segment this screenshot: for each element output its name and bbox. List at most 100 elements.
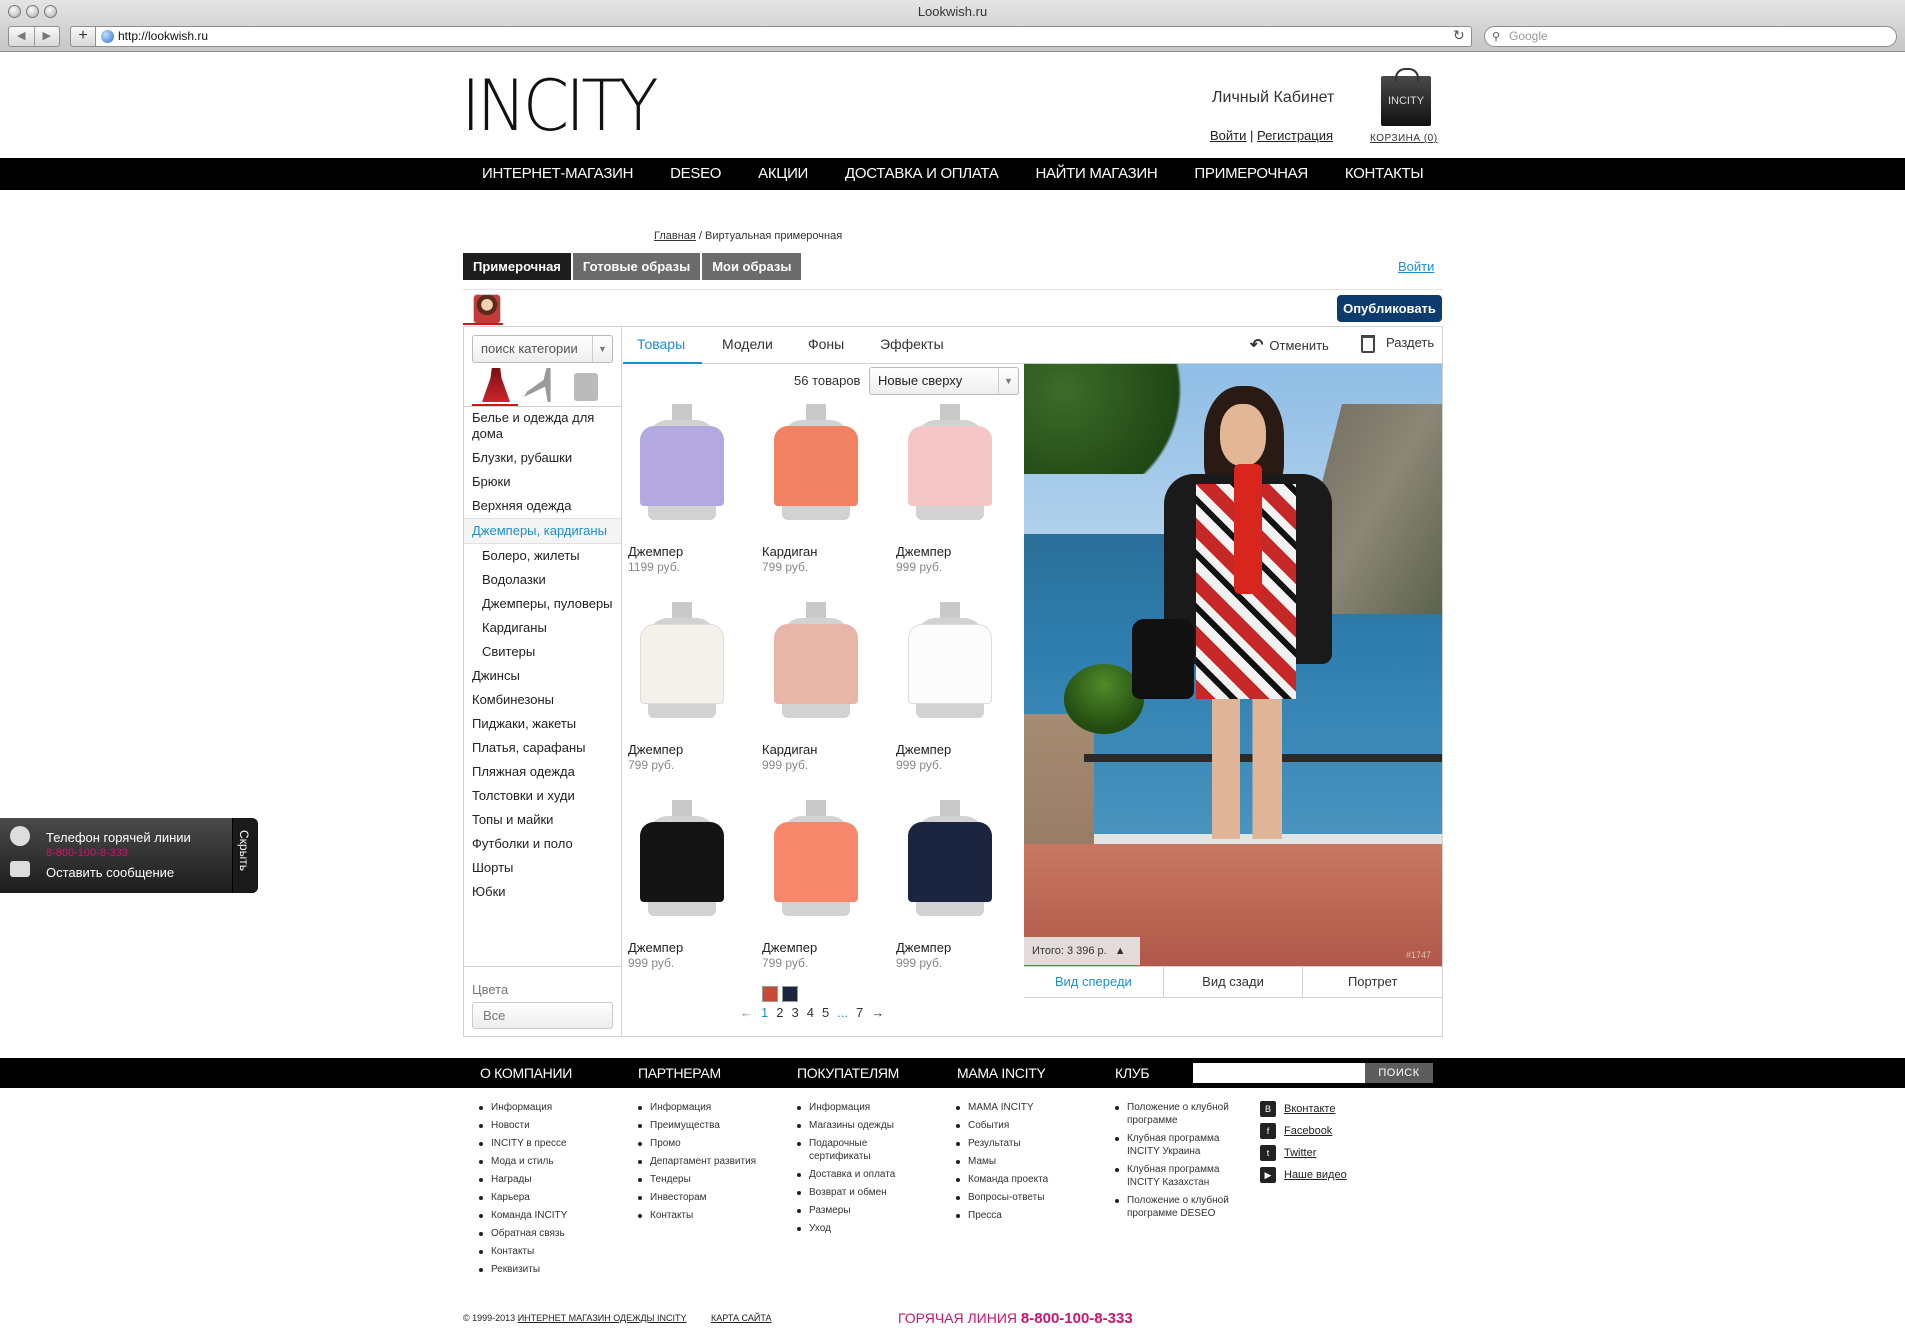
product-name[interactable]: Кардиган bbox=[762, 742, 817, 757]
footer-link[interactable]: Вопросы-ответы bbox=[954, 1191, 1094, 1204]
nav-deseo[interactable]: DESEO bbox=[670, 158, 721, 190]
publish-button[interactable]: Опубликовать bbox=[1337, 295, 1442, 322]
category-item[interactable]: Верхняя одежда bbox=[464, 494, 621, 518]
footer-search-input[interactable] bbox=[1193, 1063, 1365, 1083]
footer-link[interactable]: Мода и стиль bbox=[477, 1155, 617, 1168]
tab-ready-looks[interactable]: Готовые образы bbox=[572, 253, 701, 280]
nav-delivery[interactable]: ДОСТАВКА И ОПЛАТА bbox=[845, 158, 999, 190]
page-link[interactable]: 3 bbox=[791, 1005, 798, 1020]
browser-search-field[interactable]: Google bbox=[1484, 26, 1897, 47]
product-image[interactable] bbox=[640, 602, 724, 732]
trash-icon[interactable] bbox=[1361, 335, 1375, 353]
product-card[interactable]: Кардиган 999 руб. bbox=[760, 602, 870, 792]
footer-nav-mama[interactable]: МАМА INCITY bbox=[957, 1058, 1046, 1088]
nav-contacts[interactable]: КОНТАКТЫ bbox=[1345, 158, 1424, 190]
footer-link[interactable]: Информация bbox=[477, 1101, 617, 1114]
category-item[interactable]: Шорты bbox=[464, 856, 621, 880]
view-portrait-button[interactable]: Портрет bbox=[1302, 967, 1442, 997]
category-item[interactable]: Топы и майки bbox=[464, 808, 621, 832]
footer-link[interactable]: Обратная связь bbox=[477, 1227, 617, 1240]
product-name[interactable]: Джемпер bbox=[896, 544, 951, 559]
outfit-total[interactable]: Итого: 3 396 р. ▲ bbox=[1024, 937, 1140, 965]
footer-link[interactable]: Тендеры bbox=[636, 1173, 786, 1186]
subcategory-item[interactable]: Кардиганы bbox=[464, 616, 621, 640]
category-item[interactable]: Комбинезоны bbox=[464, 688, 621, 712]
cart-link[interactable]: КОРЗИНА (0) bbox=[1370, 133, 1438, 144]
footer-link[interactable]: Возврат и обмен bbox=[795, 1186, 915, 1199]
footer-link[interactable]: Информация bbox=[795, 1101, 915, 1114]
footer-link[interactable]: Новости bbox=[477, 1119, 617, 1132]
undress-button[interactable]: Раздеть bbox=[1386, 335, 1434, 350]
leave-message-link[interactable]: Оставить сообщение bbox=[46, 865, 174, 880]
category-item[interactable]: Футболки и поло bbox=[464, 832, 621, 856]
add-bookmark-button[interactable]: + bbox=[70, 26, 96, 47]
product-card[interactable]: Джемпер 799 руб. bbox=[626, 602, 736, 792]
model-preview[interactable] bbox=[1024, 364, 1442, 966]
social-link[interactable]: t Twitter bbox=[1260, 1145, 1347, 1161]
subcategory-item[interactable]: Джемперы, пуловеры bbox=[464, 592, 621, 616]
product-image[interactable] bbox=[774, 800, 858, 930]
footer-nav-customers[interactable]: ПОКУПАТЕЛЯМ bbox=[797, 1058, 899, 1088]
footer-link[interactable]: События bbox=[954, 1119, 1094, 1132]
nav-online-shop[interactable]: ИНТЕРНЕТ-МАГАЗИН bbox=[482, 158, 633, 190]
footer-link[interactable]: Инвесторам bbox=[636, 1191, 786, 1204]
footer-link[interactable]: Карьера bbox=[477, 1191, 617, 1204]
page-link[interactable]: 4 bbox=[807, 1005, 814, 1020]
shop-link[interactable]: ИНТЕРНЕТ МАГАЗИН ОДЕЖДЫ INCITY bbox=[518, 1313, 687, 1323]
footer-link[interactable]: Департамент развития bbox=[636, 1155, 786, 1168]
product-card[interactable]: Джемпер 799 руб. bbox=[760, 800, 870, 990]
footer-link[interactable]: Клубная программа INCITY Казахстан bbox=[1113, 1163, 1243, 1189]
color-swatch[interactable] bbox=[762, 986, 778, 1002]
footer-link[interactable]: Клубная программа INCITY Украина bbox=[1113, 1132, 1243, 1158]
next-page-arrow[interactable]: → bbox=[871, 1005, 884, 1020]
footer-nav-partners[interactable]: ПАРТНЕРАМ bbox=[638, 1058, 721, 1088]
sort-select[interactable]: Новые сверху ▼ bbox=[869, 367, 1019, 395]
product-name[interactable]: Кардиган bbox=[762, 544, 817, 559]
product-name[interactable]: Джемпер bbox=[896, 742, 951, 757]
page-link[interactable]: 2 bbox=[776, 1005, 783, 1020]
product-name[interactable]: Джемпер bbox=[628, 742, 683, 757]
tab-products[interactable]: Товары bbox=[637, 336, 685, 352]
footer-search-button[interactable]: ПОИСК bbox=[1365, 1063, 1433, 1083]
page-link-current[interactable]: 1 bbox=[761, 1005, 768, 1020]
product-name[interactable]: Джемпер bbox=[762, 940, 817, 955]
nav-find-store[interactable]: НАЙТИ МАГАЗИН bbox=[1035, 158, 1157, 190]
footer-link[interactable]: Команда INCITY bbox=[477, 1209, 617, 1222]
product-card[interactable]: Джемпер 1199 руб. bbox=[626, 404, 736, 594]
category-item[interactable]: Юбки bbox=[464, 880, 621, 904]
bag-icon[interactable] bbox=[574, 373, 598, 401]
category-item[interactable]: Пиджаки, жакеты bbox=[464, 712, 621, 736]
footer-nav-company[interactable]: О КОМПАНИИ bbox=[480, 1058, 572, 1088]
product-card[interactable]: Кардиган 799 руб. bbox=[760, 404, 870, 594]
page-link[interactable]: 5 bbox=[822, 1005, 829, 1020]
product-name[interactable]: Джемпер bbox=[896, 940, 951, 955]
prev-page-arrow[interactable]: ← bbox=[740, 1005, 753, 1020]
footer-link[interactable]: INCITY в прессе bbox=[477, 1137, 617, 1150]
footer-link[interactable]: Мамы bbox=[954, 1155, 1094, 1168]
category-item[interactable]: Блузки, рубашки bbox=[464, 446, 621, 470]
product-card[interactable]: Джемпер 999 руб. bbox=[894, 602, 1004, 792]
colors-select[interactable]: Все bbox=[472, 1002, 613, 1029]
footer-link[interactable]: Контакты bbox=[477, 1245, 617, 1258]
social-link[interactable]: ▶ Наше видео bbox=[1260, 1167, 1347, 1183]
product-card[interactable]: Джемпер 999 руб. bbox=[894, 404, 1004, 594]
category-item-active[interactable]: Джемперы, кардиганы bbox=[464, 518, 621, 544]
social-link[interactable]: f Facebook bbox=[1260, 1123, 1347, 1139]
nav-fitting-room[interactable]: ПРИМЕРОЧНАЯ bbox=[1194, 158, 1308, 190]
shopping-bag-icon[interactable]: INCITY bbox=[1381, 68, 1431, 126]
product-image[interactable] bbox=[640, 404, 724, 534]
footer-link[interactable]: Размеры bbox=[795, 1204, 915, 1217]
footer-link[interactable]: Преимущества bbox=[636, 1119, 786, 1132]
footer-link[interactable]: МАМА INCITY bbox=[954, 1101, 1094, 1114]
breadcrumb-home[interactable]: Главная bbox=[654, 230, 696, 242]
forward-button[interactable]: ▶ bbox=[33, 27, 60, 46]
view-front-button[interactable]: Вид спереди bbox=[1024, 967, 1163, 997]
tab-backgrounds[interactable]: Фоны bbox=[808, 336, 844, 352]
color-swatch[interactable] bbox=[782, 986, 798, 1002]
product-image[interactable] bbox=[774, 602, 858, 732]
category-item[interactable]: Брюки bbox=[464, 470, 621, 494]
sitemap-link[interactable]: КАРТА САЙТА bbox=[711, 1313, 772, 1323]
category-item[interactable]: Толстовки и худи bbox=[464, 784, 621, 808]
footer-link[interactable]: Уход bbox=[795, 1222, 915, 1235]
product-image[interactable] bbox=[640, 800, 724, 930]
